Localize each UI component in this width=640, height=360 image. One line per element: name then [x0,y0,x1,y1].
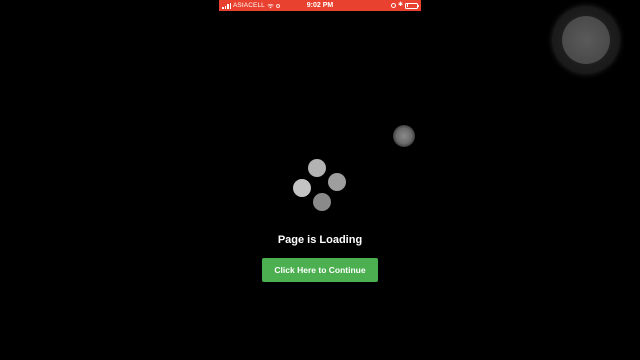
screen: ASIACELL 9:02 PM ✱ Page is Loading Click… [0,0,640,360]
bluetooth-icon: ✱ [397,2,403,8]
spinner-dot [308,159,326,177]
spinner-dot [313,193,331,211]
status-bar: ASIACELL 9:02 PM ✱ [219,0,421,11]
status-bar-right: ✱ [390,0,419,11]
floating-dot [393,125,415,147]
assistive-touch-icon[interactable] [552,6,620,74]
battery-level [406,4,408,7]
continue-button[interactable]: Click Here to Continue [262,258,378,282]
loading-spinner-icon [290,156,350,216]
spinner-dot [293,179,311,197]
assistive-touch-inner [562,16,610,64]
loading-text: Page is Loading [277,234,363,246]
orientation-lock-icon [390,3,396,8]
battery-icon [405,2,419,9]
spinner-dot [328,173,346,191]
